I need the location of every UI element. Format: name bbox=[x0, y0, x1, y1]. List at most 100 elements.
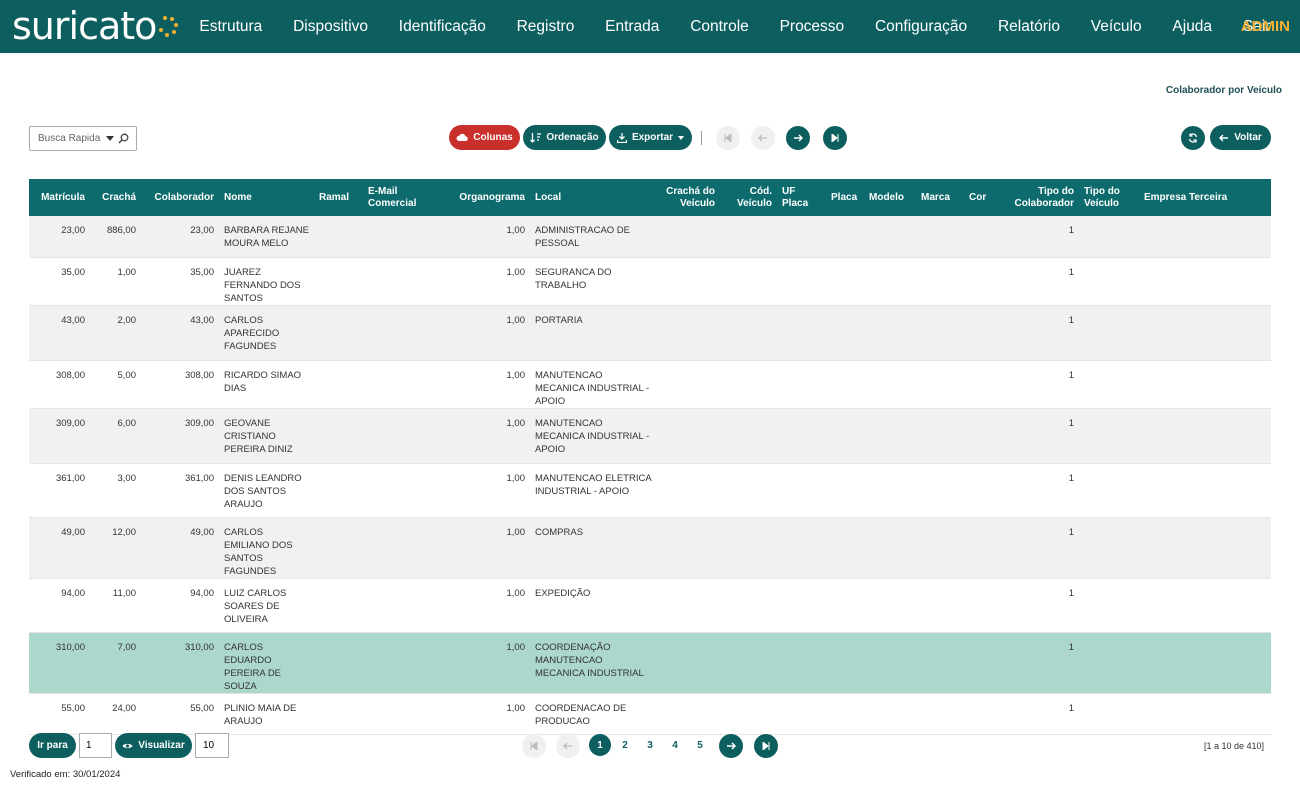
column-header[interactable]: UF Placa bbox=[777, 179, 826, 216]
table-row[interactable]: 94,00 11,00 94,00 LUIZ CARLOS SOARES DE OLI… bbox=[29, 578, 1271, 632]
table-cell: 11,00 bbox=[112, 587, 136, 599]
nav-item[interactable]: Estrutura bbox=[184, 0, 278, 53]
table-cell: CARLOS EMILIANO DOS SANTOS FAGUNDES bbox=[224, 526, 293, 577]
page-number-1[interactable]: 1 bbox=[589, 734, 611, 756]
chevron-down-icon[interactable] bbox=[106, 136, 114, 141]
column-header[interactable]: Tipo do Veículo bbox=[1079, 179, 1139, 216]
column-header[interactable]: Crachá do Veículo bbox=[658, 179, 720, 216]
first-page-button-bottom[interactable] bbox=[522, 734, 546, 758]
column-header[interactable]: Colaborador bbox=[141, 179, 219, 216]
table-cell: 361,00 bbox=[55, 472, 85, 484]
nav-item[interactable]: Controle bbox=[675, 0, 764, 53]
nav-item[interactable]: Relatório bbox=[983, 0, 1076, 53]
table-cell bbox=[964, 693, 1000, 734]
nav-item[interactable]: Veículo bbox=[1075, 0, 1157, 53]
table-row[interactable]: 55,00 24,00 55,00 PLINIO MAIA DE ARAUJO 1,00… bbox=[29, 693, 1271, 734]
page-number-2[interactable]: 2 bbox=[614, 734, 636, 756]
table-cell bbox=[864, 463, 916, 517]
columns-button[interactable]: Colunas bbox=[449, 125, 520, 150]
search-icon[interactable] bbox=[118, 133, 129, 144]
goto-page-input[interactable] bbox=[79, 733, 112, 758]
column-header[interactable]: Empresa Terceira bbox=[1139, 179, 1271, 216]
column-header[interactable]: Modelo bbox=[864, 179, 916, 216]
table-cell bbox=[363, 517, 437, 578]
user-name[interactable]: ADMIN bbox=[1241, 0, 1290, 53]
nav-item[interactable]: Dispositivo bbox=[278, 0, 384, 53]
table-cell bbox=[363, 693, 437, 734]
export-button[interactable]: Exportar bbox=[609, 125, 692, 150]
table-cell bbox=[1139, 693, 1271, 734]
refresh-button[interactable] bbox=[1181, 126, 1205, 150]
column-header[interactable]: Marca bbox=[916, 179, 964, 216]
column-header[interactable]: Matrícula bbox=[29, 179, 90, 216]
table-cell bbox=[363, 578, 437, 632]
nav-item[interactable]: Configuração bbox=[860, 0, 983, 53]
page-title: Colaborador por Veículo bbox=[1165, 85, 1282, 96]
table-row[interactable]: 43,00 2,00 43,00 CARLOS APARECIDO FAGUNDES 1… bbox=[29, 305, 1271, 360]
table-row[interactable]: 310,00 7,00 310,00 CARLOS EDUARDO PEREIRA D… bbox=[29, 632, 1271, 693]
table-row[interactable]: 35,00 1,00 35,00 JUAREZ FERNANDO DOS SANTOS… bbox=[29, 257, 1271, 305]
skip-start-icon bbox=[530, 742, 538, 750]
sort-button[interactable]: Ordenação bbox=[523, 125, 606, 150]
table-cell: 1,00 bbox=[506, 641, 526, 653]
next-page-button-bottom[interactable] bbox=[719, 734, 743, 758]
column-header[interactable]: Ramal bbox=[314, 179, 363, 216]
previous-page-button-bottom[interactable] bbox=[556, 734, 580, 758]
table-cell bbox=[916, 408, 964, 463]
table-cell bbox=[314, 305, 363, 360]
table-cell: MANUTENCAO MECANICA INDUSTRIAL - APOIO bbox=[535, 369, 650, 407]
page-size-input[interactable] bbox=[195, 733, 229, 758]
quick-search-box[interactable] bbox=[29, 126, 137, 151]
skip-end-icon bbox=[831, 134, 839, 142]
column-header[interactable]: Tipo do Colaborador bbox=[1000, 179, 1079, 216]
table-cell bbox=[826, 257, 864, 305]
last-page-button[interactable] bbox=[823, 126, 847, 150]
column-header[interactable]: Placa bbox=[826, 179, 864, 216]
table-cell bbox=[720, 257, 777, 305]
table-cell: 1 bbox=[1068, 225, 1074, 236]
next-page-button[interactable] bbox=[786, 126, 810, 150]
column-header[interactable]: Organograma bbox=[437, 179, 530, 216]
suricato-logo[interactable]: suricato bbox=[12, 4, 180, 48]
table-cell bbox=[1079, 463, 1139, 517]
column-header[interactable]: Nome bbox=[219, 179, 314, 216]
nav-item[interactable]: Processo bbox=[764, 0, 859, 53]
page-number-3[interactable]: 3 bbox=[639, 734, 661, 756]
goto-page-button[interactable]: Ir para bbox=[29, 733, 76, 758]
table-cell bbox=[916, 216, 964, 257]
page-number-4[interactable]: 4 bbox=[664, 734, 686, 756]
view-button[interactable]: Visualizar bbox=[115, 733, 192, 758]
table-cell: 1 bbox=[1068, 417, 1074, 429]
column-header[interactable]: Local bbox=[530, 179, 658, 216]
table-row[interactable]: 23,00 886,00 23,00 BARBARA REJANE MOURA MEL… bbox=[29, 216, 1271, 257]
table-cell bbox=[720, 360, 777, 408]
table-cell bbox=[658, 216, 720, 257]
table-cell: CARLOS APARECIDO FAGUNDES bbox=[224, 314, 280, 352]
column-header[interactable]: E-Mail Comercial bbox=[363, 179, 437, 216]
nav-item[interactable]: Ajuda bbox=[1157, 0, 1227, 53]
record-range: [1 a 10 de 410] bbox=[1203, 741, 1264, 751]
column-header[interactable]: Crachá bbox=[90, 179, 141, 216]
quick-search-input[interactable] bbox=[38, 133, 104, 144]
chevron-down-icon bbox=[678, 135, 685, 140]
table-row[interactable]: 308,00 5,00 308,00 RICARDO SIMAO DIAS 1,00 MA… bbox=[29, 360, 1271, 408]
table-row[interactable]: 309,00 6,00 309,00 GEOVANE CRISTIANO PEREIR… bbox=[29, 408, 1271, 463]
first-page-button[interactable] bbox=[716, 126, 740, 150]
table-cell bbox=[720, 632, 777, 693]
column-header[interactable]: Cor bbox=[964, 179, 1000, 216]
table-row[interactable]: 49,00 12,00 49,00 CARLOS EMILIANO DOS SANTO… bbox=[29, 517, 1271, 578]
table-cell bbox=[777, 216, 826, 257]
nav-item[interactable]: Identificação bbox=[383, 0, 501, 53]
table-cell bbox=[658, 632, 720, 693]
table-cell bbox=[314, 632, 363, 693]
nav-item[interactable]: Entrada bbox=[590, 0, 675, 53]
previous-page-button[interactable] bbox=[751, 126, 775, 150]
column-header[interactable]: Cód. Veículo bbox=[720, 179, 777, 216]
table-cell bbox=[314, 693, 363, 734]
page-number-5[interactable]: 5 bbox=[689, 734, 711, 756]
last-page-button-bottom[interactable] bbox=[754, 734, 778, 758]
back-button[interactable]: Voltar bbox=[1210, 125, 1271, 150]
table-row[interactable]: 361,00 3,00 361,00 DENIS LEANDRO DOS SANTOS… bbox=[29, 463, 1271, 517]
table-cell: CARLOS EDUARDO PEREIRA DE SOUZA bbox=[224, 641, 282, 692]
nav-item[interactable]: Registro bbox=[501, 0, 590, 53]
